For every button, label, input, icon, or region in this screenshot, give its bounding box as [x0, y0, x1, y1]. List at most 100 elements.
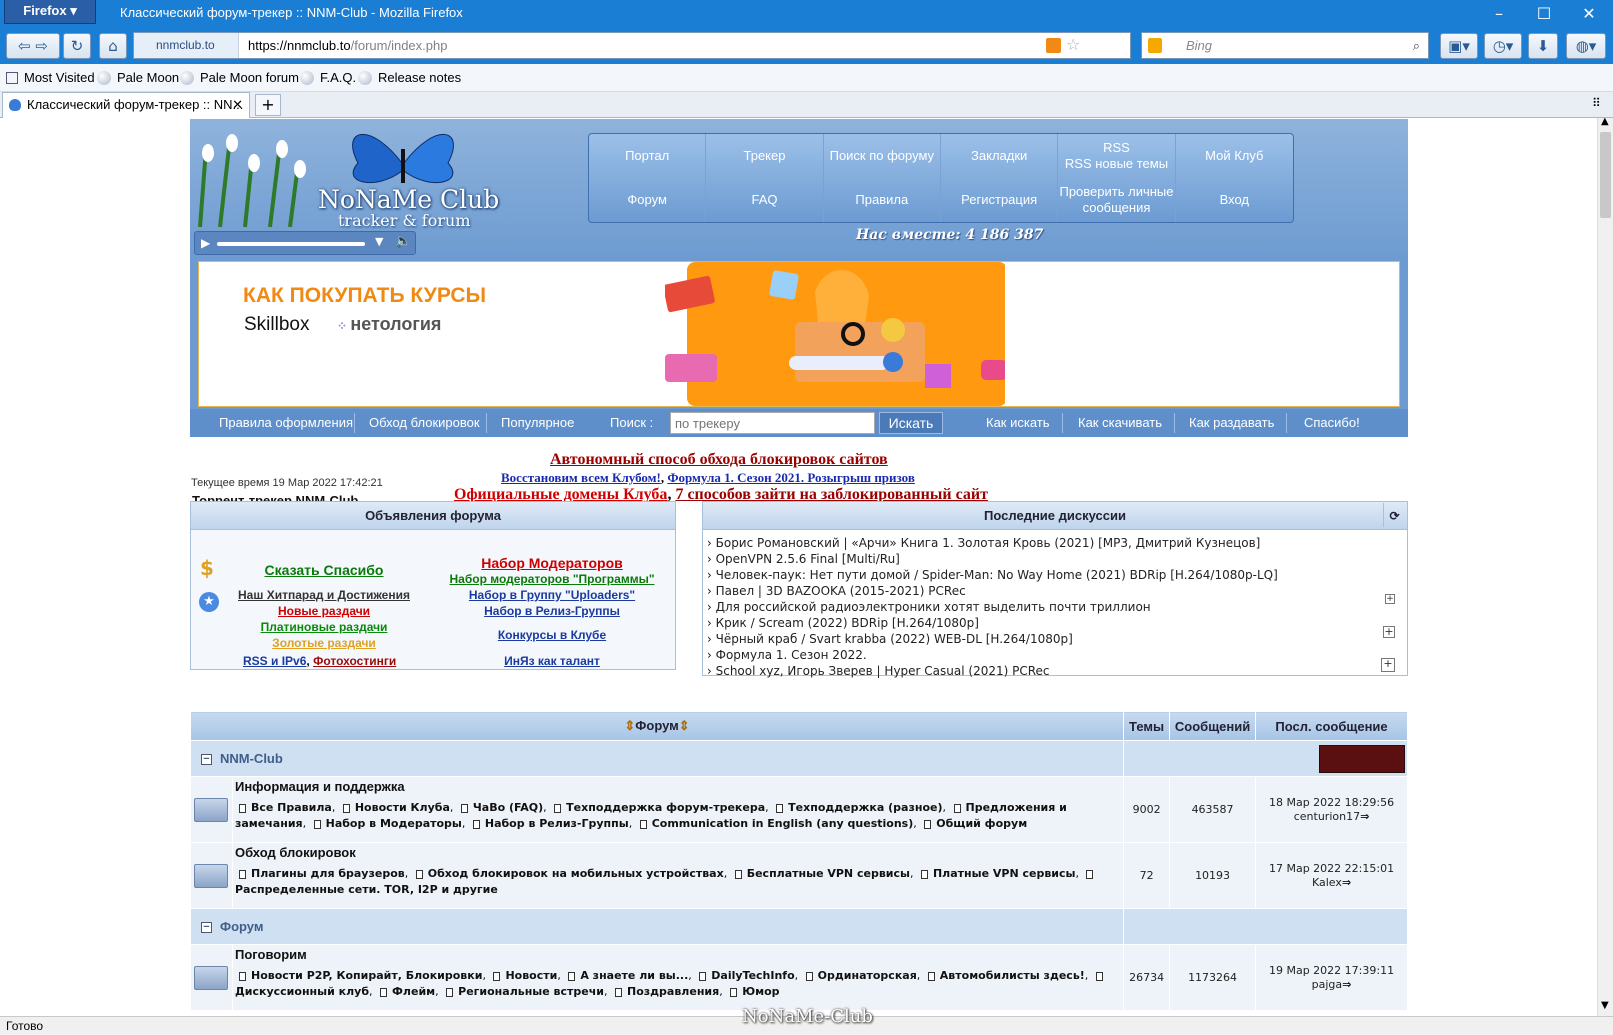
- forum-name[interactable]: Поговорим: [235, 947, 1123, 962]
- bookmark-pale-moon[interactable]: Pale Moon: [97, 70, 179, 85]
- nav-rules[interactable]: Правила: [824, 178, 941, 222]
- addons-icon[interactable]: ▣▾: [1440, 33, 1478, 59]
- subforum-link[interactable]: А знаете ли вы...: [580, 969, 688, 982]
- volume-icon[interactable]: 🔈: [395, 234, 411, 249]
- ann-photohosts[interactable]: Фотохостинги: [313, 654, 396, 668]
- discussion-item[interactable]: › Павел | 3D BAZOOKA (2015-2021) PCRec: [707, 584, 966, 598]
- subforum-link[interactable]: Поздравления: [627, 985, 719, 998]
- nav-tracker[interactable]: Трекер: [706, 134, 824, 178]
- subforum-link[interactable]: Новости Клуба: [355, 801, 450, 814]
- bookmark-release-notes[interactable]: Release notes: [358, 70, 461, 85]
- bookmark-pale-moon-forum[interactable]: Pale Moon forum: [180, 70, 299, 85]
- ann-platinum[interactable]: Платиновые раздачи: [224, 620, 424, 634]
- home-icon[interactable]: ⌂: [99, 33, 127, 59]
- subforum-link[interactable]: Communication in English (any questions): [652, 817, 914, 830]
- subforum-link[interactable]: Общий форум: [936, 817, 1027, 830]
- ann-moderators-programs[interactable]: Набор модераторов "Программы": [437, 572, 667, 586]
- discussion-item[interactable]: › Борис Романовский | «Арчи» Книга 1. Зо…: [707, 536, 1260, 550]
- nav-login[interactable]: Вход: [1176, 178, 1293, 222]
- new-tab-button[interactable]: +: [255, 94, 281, 116]
- forum-name[interactable]: Информация и поддержка: [235, 779, 1123, 794]
- back-icon[interactable]: ⇦: [18, 37, 31, 55]
- subforum-link[interactable]: Все Правила: [251, 801, 332, 814]
- link-how-to-download[interactable]: Как скачивать: [1078, 415, 1162, 430]
- play-icon[interactable]: ▶: [201, 236, 210, 250]
- collapse-icon[interactable]: −: [201, 754, 212, 766]
- player-progress[interactable]: [217, 242, 365, 246]
- nav-check-messages[interactable]: Проверить личные сообщения: [1058, 178, 1176, 222]
- scroll-thumb[interactable]: [1600, 132, 1611, 218]
- nav-forum-search[interactable]: Поиск по форуму: [824, 134, 941, 178]
- search-submit-button[interactable]: Искать: [879, 412, 943, 434]
- subforum-link[interactable]: Флейм: [392, 985, 435, 998]
- bookmark-most-visited[interactable]: Most Visited: [6, 70, 95, 85]
- link-bypass-blocks[interactable]: Обход блокировок: [369, 415, 480, 430]
- nav-faq[interactable]: FAQ: [706, 178, 824, 222]
- subforum-link[interactable]: Платные VPN сервисы: [933, 867, 1076, 880]
- ann-languages[interactable]: ИнЯз как талант: [437, 654, 667, 668]
- ann-new-releases[interactable]: Новые раздачи: [224, 604, 424, 618]
- discussion-item[interactable]: › Крик / Scream (2022) BDRip [H.264/1080…: [707, 616, 979, 630]
- vertical-scrollbar[interactable]: ▲ ▼: [1597, 116, 1613, 1016]
- discussion-item[interactable]: › Чёрный краб / Svart krabba (2022) WEB-…: [707, 632, 1073, 646]
- nav-register[interactable]: Регистрация: [941, 178, 1059, 222]
- link-thanks[interactable]: Спасибо!: [1304, 415, 1360, 430]
- discussion-item[interactable]: › OpenVPN 2.5.6 Final [Multi/Ru]: [707, 552, 900, 566]
- tab-close-icon[interactable]: ✕: [232, 93, 243, 117]
- subforum-link[interactable]: Новости: [505, 969, 557, 982]
- bing-icon[interactable]: [1148, 38, 1162, 53]
- reload-icon[interactable]: ↻: [63, 33, 91, 59]
- tab-list-icon[interactable]: ⠿: [1592, 96, 1601, 110]
- forum-name[interactable]: Обход блокировок: [235, 845, 1123, 860]
- discussion-item[interactable]: › School xyz, Игорь Зверев | Hyper Casua…: [707, 664, 1050, 678]
- subforum-link[interactable]: Региональные встречи: [458, 985, 604, 998]
- category-name[interactable]: − NNM-Club: [191, 751, 283, 766]
- rss-icon[interactable]: [1046, 38, 1061, 53]
- back-forward-buttons[interactable]: ⇦ ⇨: [6, 33, 60, 59]
- subforum-link[interactable]: Новости P2P, Копирайт, Блокировки: [251, 969, 482, 982]
- forward-icon[interactable]: ⇨: [35, 37, 48, 55]
- discussion-item[interactable]: › Человек-паук: Нет пути домой / Spider-…: [707, 568, 1278, 582]
- link-popular[interactable]: Популярное: [501, 415, 574, 430]
- bookmark-star-icon[interactable]: ☆: [1066, 35, 1080, 54]
- tab-active[interactable]: Классический форум-трекер :: NN... ✕: [2, 92, 250, 118]
- refresh-icon[interactable]: ⟳: [1383, 503, 1405, 527]
- tracker-search-input[interactable]: [670, 412, 875, 434]
- subforum-link[interactable]: Дискуссионный клуб: [235, 985, 369, 998]
- sync-icon[interactable]: ◍▾: [1566, 33, 1606, 59]
- history-icon[interactable]: ◷▾: [1484, 33, 1522, 59]
- search-icon[interactable]: ⌕: [1413, 33, 1420, 58]
- subforum-link[interactable]: Техподдержка форум-трекера: [566, 801, 765, 814]
- collapse-icon[interactable]: −: [201, 922, 212, 934]
- category-name[interactable]: − Форум: [191, 919, 263, 934]
- headline-restore[interactable]: Восстановим всем Клубом!: [501, 470, 661, 485]
- subforum-link[interactable]: ЧаВо (FAQ): [473, 801, 543, 814]
- ad-banner[interactable]: КАК ПОКУПАТЬ КУРСЫ Skillbox ⁘ нетология: [198, 261, 1400, 407]
- firefox-menu-button[interactable]: Firefox ▾: [4, 0, 96, 24]
- nav-forum[interactable]: Форум: [589, 178, 707, 222]
- last-post-user[interactable]: pajga: [1312, 978, 1343, 991]
- headline-f1[interactable]: Формула 1. Сезон 2021. Розыгрыш призов: [667, 470, 915, 485]
- search-bar[interactable]: Bing ⌕: [1141, 32, 1429, 59]
- subforum-link[interactable]: Техподдержка (разное): [788, 801, 942, 814]
- subforum-link[interactable]: Обход блокировок на мобильных устройства…: [428, 867, 724, 880]
- subforum-link[interactable]: Бесплатные VPN сервисы: [747, 867, 910, 880]
- link-how-to-search[interactable]: Как искать: [986, 415, 1050, 430]
- link-how-to-seed[interactable]: Как раздавать: [1189, 415, 1274, 430]
- nav-rss[interactable]: RSS RSS новые темы: [1058, 134, 1176, 178]
- ann-uploaders[interactable]: Набор в Группу "Uploaders": [437, 588, 667, 602]
- site-logo[interactable]: NoNaMe Club: [318, 185, 499, 214]
- scroll-down-icon[interactable]: ▼: [1601, 1000, 1609, 1011]
- chevron-down-icon[interactable]: ▼: [375, 235, 383, 248]
- ann-gold[interactable]: Золотые раздачи: [224, 636, 424, 650]
- maximize-icon[interactable]: ☐: [1534, 4, 1554, 24]
- subforum-link[interactable]: Набор в Релиз-Группы: [485, 817, 629, 830]
- subforum-link[interactable]: Юмор: [742, 985, 779, 998]
- url-bar[interactable]: nnmclub.to 🔒 https://nnmclub.to/forum/in…: [133, 32, 1131, 77]
- nav-my-club[interactable]: Мой Клуб: [1176, 134, 1293, 178]
- last-post-user[interactable]: centurion17: [1294, 810, 1360, 823]
- ann-release-groups[interactable]: Набор в Релиз-Группы: [437, 604, 667, 618]
- bookmark-faq[interactable]: F.A.Q.: [300, 70, 356, 85]
- scroll-up-icon[interactable]: ▲: [1601, 116, 1609, 127]
- nav-portal[interactable]: Портал: [589, 134, 707, 178]
